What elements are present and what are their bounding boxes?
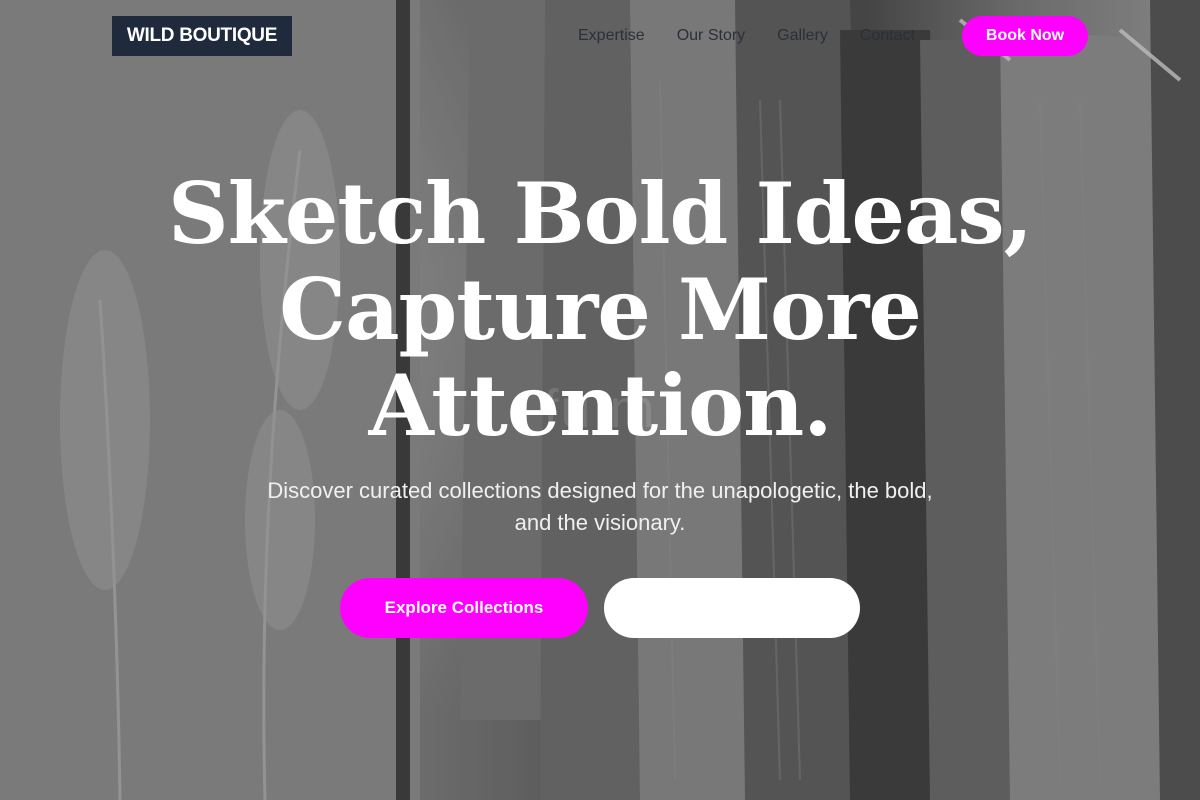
main-navigation: Expertise Our Story Gallery Contact [578,26,947,46]
nav-link-contact[interactable]: Contact [860,26,915,46]
brand-logo[interactable]: WILD BOUTIQUE [112,16,292,56]
secondary-cta-button[interactable] [604,578,860,638]
hero-headline: Sketch Bold Ideas, Capture More Attentio… [168,164,1033,455]
nav-link-our-story[interactable]: Our Story [677,26,745,46]
nav-link-gallery[interactable]: Gallery [777,26,828,46]
hero-subtitle: Discover curated collections designed fo… [267,478,933,535]
nav-link-expertise[interactable]: Expertise [578,26,645,46]
explore-collections-button[interactable]: Explore Collections [340,578,588,638]
book-now-button[interactable]: Book Now [962,16,1088,56]
